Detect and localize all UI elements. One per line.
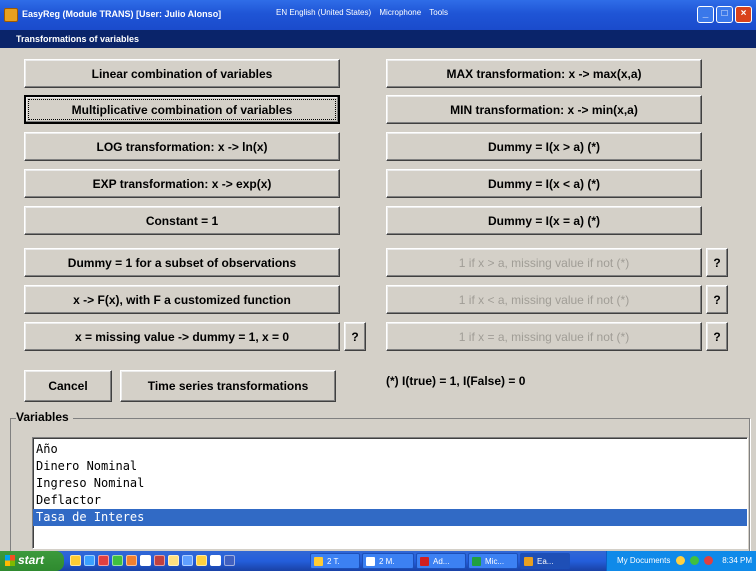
app-icon: [4, 8, 18, 22]
browser-icon[interactable]: [84, 555, 95, 566]
address-toolbar[interactable]: My Documents: [617, 556, 670, 565]
dummy-equal-button[interactable]: Dummy = I(x = a) (*): [386, 206, 702, 235]
list-item-selected[interactable]: Tasa de Interes: [33, 509, 747, 526]
language-bar[interactable]: EN English (United States) Microphone To…: [276, 8, 454, 17]
window-title: EasyReg (Module TRANS) [User: Julio Alon…: [22, 9, 222, 19]
list-item[interactable]: Dinero Nominal: [33, 458, 747, 475]
taskbar-item[interactable]: 2 T.: [310, 553, 360, 569]
taskbar-item-label: Ad...: [433, 557, 450, 566]
folder-icon[interactable]: [70, 555, 81, 566]
app-icon[interactable]: [126, 555, 137, 566]
taskbar-item[interactable]: 2 M.: [362, 553, 414, 569]
language-indicator[interactable]: EN English (United States): [276, 8, 371, 17]
multiplicative-combination-button[interactable]: Multiplicative combination of variables: [24, 95, 340, 124]
network-icon[interactable]: [675, 556, 685, 566]
log-transformation-button[interactable]: LOG transformation: x -> ln(x): [24, 132, 340, 161]
app-icon[interactable]: [154, 555, 165, 566]
taskbar-item-label: Ea...: [537, 557, 554, 566]
microphone-button[interactable]: Microphone: [379, 8, 421, 17]
app-icon[interactable]: [210, 555, 221, 566]
app-icon[interactable]: [168, 555, 179, 566]
system-tray: My Documents 8:34 PM: [606, 551, 756, 571]
title-bar[interactable]: EasyReg (Module TRANS) [User: Julio Alon…: [0, 0, 756, 30]
maximize-button[interactable]: □: [716, 6, 733, 23]
min-transformation-button[interactable]: MIN transformation: x -> min(x,a): [386, 95, 702, 124]
exp-transformation-button[interactable]: EXP transformation: x -> exp(x): [24, 169, 340, 198]
dummy-subset-button[interactable]: Dummy = 1 for a subset of observations: [24, 248, 340, 277]
list-item[interactable]: Año: [33, 441, 747, 458]
list-item[interactable]: Ingreso Nominal: [33, 475, 747, 492]
missing-less-help-button[interactable]: ?: [706, 285, 728, 314]
missing-equal-button: 1 if x = a, missing value if not (*): [386, 322, 702, 351]
taskbar-item-label: 2 M.: [379, 557, 395, 566]
dummy-less-button[interactable]: Dummy = I(x < a) (*): [386, 169, 702, 198]
constant-button[interactable]: Constant = 1: [24, 206, 340, 235]
custom-function-button[interactable]: x -> F(x), with F a customized function: [24, 285, 340, 314]
time-series-transformations-button[interactable]: Time series transformations: [120, 370, 336, 402]
minimize-button[interactable]: _: [697, 6, 714, 23]
antivirus-icon[interactable]: [704, 556, 714, 566]
missing-value-help-button[interactable]: ?: [344, 322, 366, 351]
list-item[interactable]: Deflactor: [33, 492, 747, 509]
windows-logo-icon: [5, 555, 15, 566]
tools-button[interactable]: Tools: [429, 8, 448, 17]
missing-equal-help-button[interactable]: ?: [706, 322, 728, 351]
app-icon[interactable]: [112, 555, 123, 566]
footnote: (*) I(true) = 1, I(False) = 0: [386, 374, 526, 388]
app-icon[interactable]: [196, 555, 207, 566]
taskbar-item-active[interactable]: Ea...: [520, 553, 570, 569]
dummy-greater-button[interactable]: Dummy = I(x > a) (*): [386, 132, 702, 161]
app-icon[interactable]: [140, 555, 151, 566]
media-icon[interactable]: [98, 555, 109, 566]
easyreg-icon: [524, 557, 533, 566]
security-icon[interactable]: [689, 556, 699, 566]
acrobat-icon: [420, 557, 429, 566]
app-icon[interactable]: [182, 555, 193, 566]
missing-greater-help-button[interactable]: ?: [706, 248, 728, 277]
variables-listbox[interactable]: Año Dinero Nominal Ingreso Nominal Defla…: [32, 437, 748, 549]
linear-combination-button[interactable]: Linear combination of variables: [24, 59, 340, 88]
dialog-title: Transformations of variables: [0, 30, 756, 48]
start-label: start: [18, 553, 45, 567]
taskbar: start 2 T. 2 M. Ad... Mic... Ea... My Do…: [0, 551, 756, 571]
excel-icon: [472, 557, 481, 566]
missing-greater-button: 1 if x > a, missing value if not (*): [386, 248, 702, 277]
taskbar-item[interactable]: Ad...: [416, 553, 466, 569]
max-transformation-button[interactable]: MAX transformation: x -> max(x,a): [386, 59, 702, 88]
taskbar-item-label: 2 T.: [327, 557, 340, 566]
close-button[interactable]: ×: [735, 6, 752, 23]
word-icon: [366, 557, 375, 566]
missing-value-dummy-button[interactable]: x = missing value -> dummy = 1, x = 0: [24, 322, 340, 351]
quick-launch: [70, 555, 235, 566]
taskbar-item-label: Mic...: [485, 557, 505, 566]
clock[interactable]: 8:34 PM: [722, 556, 752, 565]
cancel-button[interactable]: Cancel: [24, 370, 112, 402]
missing-less-button: 1 if x < a, missing value if not (*): [386, 285, 702, 314]
variables-label: Variables: [16, 410, 73, 424]
app-icon[interactable]: [224, 555, 235, 566]
window-group-icon: [314, 557, 323, 566]
start-button[interactable]: start: [0, 551, 64, 571]
taskbar-item[interactable]: Mic...: [468, 553, 518, 569]
dialog-body: Linear combination of variables Multipli…: [0, 48, 756, 558]
